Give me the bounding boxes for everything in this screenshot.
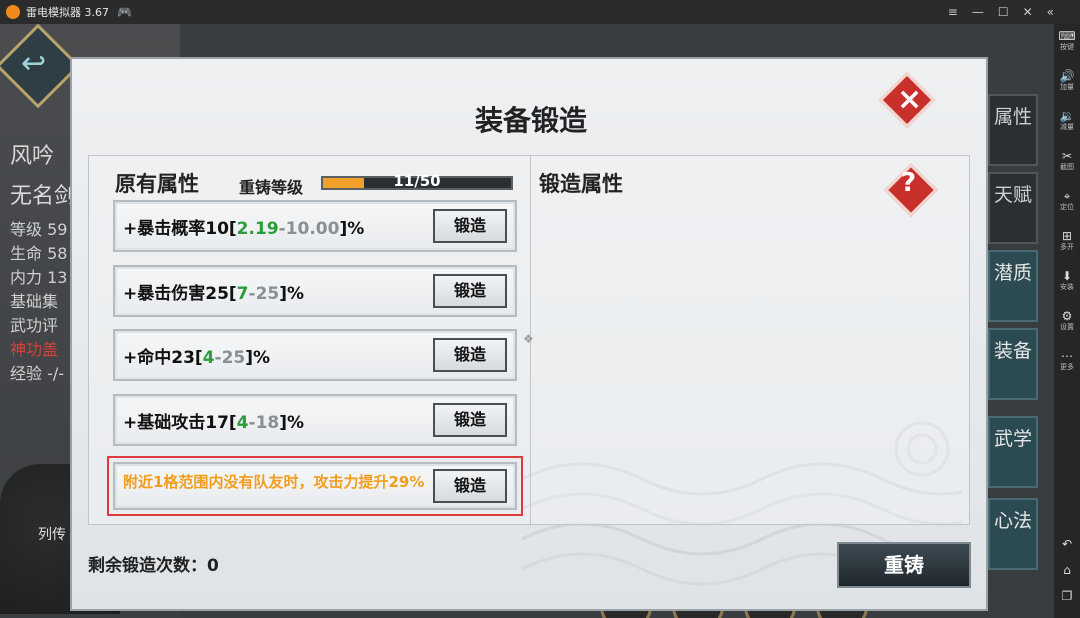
special-attribute-row: 附近1格范围内没有队友时，攻击力提升29% 锻造 bbox=[113, 462, 517, 510]
sidebar-item-keys[interactable]: ⌨ 按键 bbox=[1054, 30, 1080, 51]
attributes-panel: ❖ 原有属性 重铸等级 11/50 锻造属性 +暴击概率10[2.19-10.0… bbox=[88, 155, 970, 526]
forge-button[interactable]: 锻造 bbox=[433, 274, 507, 308]
back-arrow-icon: ↩ bbox=[21, 46, 47, 81]
close-icon: × bbox=[897, 82, 923, 117]
close-window-icon[interactable]: ✕ bbox=[1023, 5, 1033, 19]
original-attributes-title: 原有属性 bbox=[115, 172, 199, 196]
character-subtitle: 无名剑 bbox=[10, 184, 77, 209]
tab-talent[interactable]: 天赋 bbox=[988, 172, 1038, 244]
forge-button[interactable]: 锻造 bbox=[433, 469, 507, 503]
apk-install-icon: ⬇ bbox=[1061, 269, 1073, 283]
emulator-title: 雷电模拟器 3.67 bbox=[26, 6, 109, 19]
minimize-icon[interactable]: — bbox=[972, 5, 984, 19]
forge-button[interactable]: 锻造 bbox=[433, 403, 507, 437]
menu-icon[interactable]: ≡ bbox=[948, 5, 958, 19]
dialog-title: 装备锻造 bbox=[474, 104, 587, 137]
character-tabs: 属性 天赋 潜质 装备 武学 心法 bbox=[988, 84, 1038, 604]
home-icon: ⌂ bbox=[1063, 563, 1071, 577]
sidebar-item-settings[interactable]: ⚙ 设置 bbox=[1054, 310, 1080, 331]
stat-mp: 内力 13 bbox=[10, 268, 68, 287]
attribute-text: +命中23[4-25]% bbox=[123, 348, 271, 368]
more-dots-icon: ⋯ bbox=[1061, 349, 1073, 363]
stat-base: 基础集 bbox=[10, 292, 59, 311]
sidebar-item-multi[interactable]: ⊞ 多开 bbox=[1054, 230, 1080, 251]
forge-button[interactable]: 锻造 bbox=[433, 338, 507, 372]
tab-attributes[interactable]: 属性 bbox=[988, 94, 1038, 166]
liezhuan-tab[interactable]: 列传 bbox=[38, 524, 66, 544]
special-attribute-highlight: 附近1格范围内没有队友时，攻击力提升29% 锻造 bbox=[107, 456, 523, 516]
gear-icon: ⚙ bbox=[1061, 309, 1073, 323]
attribute-row: +命中23[4-25]% 锻造 bbox=[113, 329, 517, 381]
sidebar-item-volume-down[interactable]: 🔉 减量 bbox=[1054, 110, 1080, 131]
location-pin-icon: ⌖ bbox=[1063, 189, 1071, 203]
maximize-icon[interactable]: ☐ bbox=[998, 5, 1009, 19]
recast-level-label: 重铸等级 bbox=[239, 178, 304, 197]
sidebar-item-location[interactable]: ⌖ 定位 bbox=[1054, 190, 1080, 211]
back-arrow-icon: ↶ bbox=[1061, 537, 1073, 551]
stat-hp: 生命 58 bbox=[10, 244, 68, 263]
character-name: 风吟 bbox=[10, 144, 55, 169]
volume-up-icon: 🔊 bbox=[1059, 69, 1075, 83]
volume-down-icon: 🔉 bbox=[1059, 109, 1075, 123]
stat-level: 等级 59 bbox=[10, 220, 68, 239]
android-home-button[interactable]: ⌂ bbox=[1054, 564, 1080, 578]
tab-equipment[interactable]: 装备 bbox=[988, 328, 1038, 400]
tab-mind-method[interactable]: 心法 bbox=[988, 498, 1038, 570]
divider-ornament-icon: ❖ bbox=[523, 332, 534, 346]
stat-special: 神功盖 bbox=[10, 340, 59, 359]
attribute-text: +基础攻击17[4-18]% bbox=[123, 413, 305, 433]
emulator-titlebar: 雷电模拟器 3.67 🎮 ≡ — ☐ ✕ « bbox=[0, 0, 1080, 24]
stat-rating: 武功评 bbox=[10, 316, 59, 335]
tab-martial-arts[interactable]: 武学 bbox=[988, 416, 1038, 488]
forge-attributes-title: 锻造属性 bbox=[539, 172, 623, 196]
attribute-row: +暴击概率10[2.19-10.00]% 锻造 bbox=[113, 200, 517, 252]
sidebar-item-screenshot[interactable]: ✂ 截图 bbox=[1054, 150, 1080, 171]
keyboard-icon: ⌨ bbox=[1058, 29, 1076, 43]
game-screen: ↩ 风吟 无名剑 等级 59 生命 58 内力 13 基础集 武功评 神功盖 经… bbox=[0, 24, 1054, 618]
help-icon: ? bbox=[901, 168, 917, 198]
attribute-text: +暴击伤害25[7-25]% bbox=[123, 284, 305, 304]
forge-dialog: 装备锻造 ❖ 原有属性 重铸等级 11/50 锻造属性 +暴击概率10[2.19… bbox=[70, 57, 988, 611]
multi-instance-icon: ⊞ bbox=[1061, 229, 1073, 243]
recents-icon: ❐ bbox=[1061, 589, 1073, 603]
stat-exp: 经验 -/- bbox=[10, 364, 65, 383]
remaining-forge-count: 剩余锻造次数：0 bbox=[88, 556, 219, 576]
gamepad-icon[interactable]: 🎮 bbox=[117, 5, 132, 19]
sidebar-item-more[interactable]: ⋯ 更多 bbox=[1054, 350, 1080, 371]
attribute-row: +基础攻击17[4-18]% 锻造 bbox=[113, 394, 517, 446]
tab-potential[interactable]: 潜质 bbox=[988, 250, 1038, 322]
emulator-sidebar: ⌨ 按键 🔊 加量 🔉 减量 ✂ 截图 ⌖ 定位 ⊞ 多开 ⬇ 安装 ⚙ 设置 ⋯ 更多 ↶ ⌂ … bbox=[1054, 24, 1080, 618]
attribute-text: +暴击概率10[2.19-10.00]% bbox=[123, 219, 365, 239]
emulator-logo-icon bbox=[6, 5, 20, 19]
recast-button[interactable]: 重铸 bbox=[837, 542, 971, 588]
forge-button[interactable]: 锻造 bbox=[433, 209, 507, 243]
android-back-button[interactable]: ↶ bbox=[1054, 538, 1080, 552]
sidebar-item-install[interactable]: ⬇ 安装 bbox=[1054, 270, 1080, 291]
special-attribute-text: 附近1格范围内没有队友时，攻击力提升29% bbox=[123, 473, 425, 491]
recast-progress-text: 11/50 bbox=[393, 172, 441, 190]
android-recents-button[interactable]: ❐ bbox=[1054, 590, 1080, 604]
scissors-icon: ✂ bbox=[1061, 149, 1073, 163]
attribute-row: +暴击伤害25[7-25]% 锻造 bbox=[113, 265, 517, 317]
collapse-sidebar-icon[interactable]: « bbox=[1047, 5, 1054, 19]
sidebar-item-volume-up[interactable]: 🔊 加量 bbox=[1054, 70, 1080, 91]
